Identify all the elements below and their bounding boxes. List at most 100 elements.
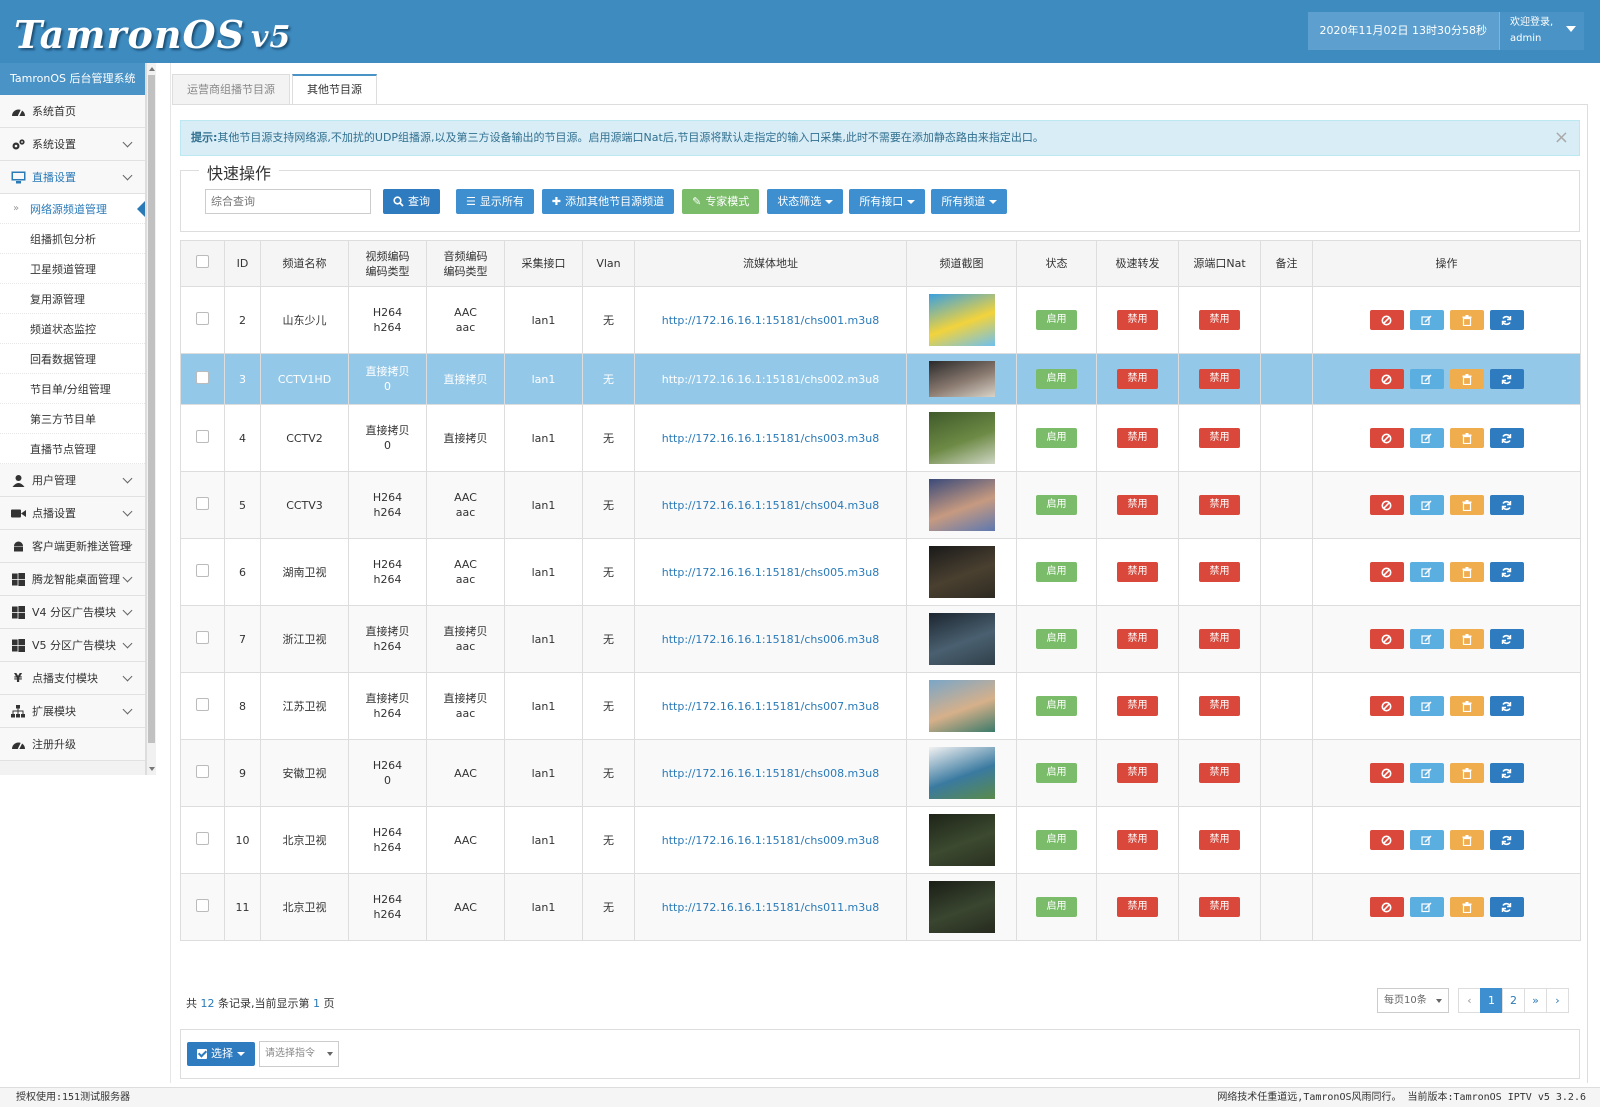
sidebar-item[interactable]: 扩展模块 [0, 695, 145, 728]
stream-url-link[interactable]: http://172.16.16.1:15181/chs009.m3u8 [662, 834, 880, 847]
refresh-button[interactable] [1489, 696, 1524, 716]
row-checkbox[interactable] [196, 697, 209, 711]
scroll-thumb[interactable] [148, 75, 155, 743]
fast-forward-toggle[interactable]: 禁用 [1117, 310, 1158, 330]
sidebar-subitem[interactable]: 频道状态监控 [0, 314, 145, 344]
disable-button[interactable] [1369, 495, 1404, 515]
select-dropdown-button[interactable]: 选择 [187, 1042, 255, 1066]
enable-status-button[interactable]: 启用 [1036, 763, 1077, 783]
table-row[interactable]: 9 安徽卫视 H264 0 AAC lan1 无 http://172.16.16.1:151… [180, 739, 1581, 807]
disable-button[interactable] [1369, 428, 1404, 448]
enable-status-button[interactable]: 启用 [1036, 696, 1077, 716]
edit-button[interactable] [1409, 495, 1444, 515]
sidebar-item[interactable]: 系统设置 [0, 128, 145, 161]
channel-screenshot[interactable] [928, 747, 995, 799]
refresh-button[interactable] [1489, 562, 1524, 582]
enable-status-button[interactable]: 启用 [1036, 562, 1077, 582]
stream-url-link[interactable]: http://172.16.16.1:15181/chs001.m3u8 [662, 314, 880, 327]
edit-button[interactable] [1409, 897, 1444, 917]
sidebar-subitem[interactable]: 卫星频道管理 [0, 254, 145, 284]
nat-toggle[interactable]: 禁用 [1199, 562, 1240, 582]
refresh-button[interactable] [1489, 897, 1524, 917]
channel-screenshot[interactable] [928, 412, 995, 464]
sidebar-subitem[interactable]: 第三方节目单 [0, 404, 145, 434]
table-row[interactable]: 3 CCTV1HD 直接拷贝 0 直接拷贝 lan1 无 http://172.16.16.1… [180, 353, 1581, 405]
disable-button[interactable] [1369, 629, 1404, 649]
table-row[interactable]: 10 北京卫视 H264 h264 AAC lan1 无 http://172.16.16.1… [180, 806, 1581, 874]
channel-screenshot[interactable] [928, 680, 995, 732]
delete-button[interactable] [1449, 897, 1484, 917]
sidebar-subitem[interactable]: 网络源频道管理 [0, 194, 145, 224]
fast-forward-toggle[interactable]: 禁用 [1117, 696, 1158, 716]
enable-status-button[interactable]: 启用 [1036, 629, 1077, 649]
delete-button[interactable] [1449, 629, 1484, 649]
row-checkbox[interactable] [196, 429, 209, 443]
stream-url-link[interactable]: http://172.16.16.1:15181/chs006.m3u8 [662, 633, 880, 646]
fast-forward-toggle[interactable]: 禁用 [1117, 763, 1158, 783]
scroll-down-icon[interactable] [149, 767, 155, 771]
nat-toggle[interactable]: 禁用 [1199, 495, 1240, 515]
port-filter-dropdown[interactable]: 所有接口 [849, 189, 926, 214]
sidebar-item[interactable]: 用户管理 [0, 464, 145, 497]
show-all-button[interactable]: ☰ 显示所有 [456, 189, 534, 214]
refresh-button[interactable] [1489, 310, 1524, 330]
channel-screenshot[interactable] [928, 294, 995, 346]
sidebar-item[interactable]: 点播设置 [0, 497, 145, 530]
channel-screenshot[interactable] [928, 361, 995, 397]
search-input[interactable] [205, 189, 371, 214]
table-row[interactable]: 7 浙江卫视 直接拷贝 h264 直接拷贝 aac lan1 无 http://172.16.1… [180, 605, 1581, 673]
tab-other-sources[interactable]: 其他节目源 [292, 74, 377, 105]
fast-forward-toggle[interactable]: 禁用 [1117, 369, 1158, 389]
edit-button[interactable] [1409, 428, 1444, 448]
sidebar-item[interactable]: 客户端更新推送管理 [0, 530, 145, 563]
row-checkbox[interactable] [196, 370, 209, 384]
channel-screenshot[interactable] [928, 881, 995, 933]
refresh-button[interactable] [1489, 763, 1524, 783]
refresh-button[interactable] [1489, 428, 1524, 448]
sidebar-item[interactable]: V5 分区广告模块 [0, 629, 145, 662]
channel-screenshot[interactable] [928, 479, 995, 531]
fast-forward-toggle[interactable]: 禁用 [1117, 897, 1158, 917]
close-icon[interactable]: × [1554, 121, 1569, 155]
nat-toggle[interactable]: 禁用 [1199, 897, 1240, 917]
nat-toggle[interactable]: 禁用 [1199, 830, 1240, 850]
sidebar-subitem[interactable]: 组播抓包分析 [0, 224, 145, 254]
fast-forward-toggle[interactable]: 禁用 [1117, 629, 1158, 649]
query-button[interactable]: 查询 [383, 189, 440, 214]
table-row[interactable]: 5 CCTV3 H264 h264 AAC aac lan1 无 http://172.16.1… [180, 471, 1581, 539]
refresh-button[interactable] [1489, 830, 1524, 850]
row-checkbox[interactable] [196, 311, 209, 325]
stream-url-link[interactable]: http://172.16.16.1:15181/chs003.m3u8 [662, 432, 880, 445]
sidebar-item[interactable]: V4 分区广告模块 [0, 596, 145, 629]
edit-button[interactable] [1409, 830, 1444, 850]
fast-forward-toggle[interactable]: 禁用 [1117, 428, 1158, 448]
delete-button[interactable] [1449, 696, 1484, 716]
sidebar-item[interactable]: 腾龙智能桌面管理 [0, 563, 145, 596]
nat-toggle[interactable]: 禁用 [1199, 428, 1240, 448]
delete-button[interactable] [1449, 562, 1484, 582]
sidebar-subitem[interactable]: 复用源管理 [0, 284, 145, 314]
edit-button[interactable] [1409, 369, 1444, 389]
enable-status-button[interactable]: 启用 [1036, 369, 1077, 389]
fast-forward-toggle[interactable]: 禁用 [1117, 562, 1158, 582]
fast-forward-toggle[interactable]: 禁用 [1117, 830, 1158, 850]
stream-url-link[interactable]: http://172.16.16.1:15181/chs004.m3u8 [662, 499, 880, 512]
refresh-button[interactable] [1489, 495, 1524, 515]
disable-button[interactable] [1369, 310, 1404, 330]
nat-toggle[interactable]: 禁用 [1199, 310, 1240, 330]
delete-button[interactable] [1449, 763, 1484, 783]
edit-button[interactable] [1409, 629, 1444, 649]
delete-button[interactable] [1449, 369, 1484, 389]
nat-toggle[interactable]: 禁用 [1199, 763, 1240, 783]
fast-forward-toggle[interactable]: 禁用 [1117, 495, 1158, 515]
stream-url-link[interactable]: http://172.16.16.1:15181/chs007.m3u8 [662, 700, 880, 713]
expert-mode-button[interactable]: ✎ 专家模式 [682, 189, 760, 214]
tab-operator-multicast[interactable]: 运营商组播节目源 [172, 74, 290, 105]
sidebar-item[interactable]: 系统首页 [0, 95, 145, 128]
nat-toggle[interactable]: 禁用 [1199, 696, 1240, 716]
table-row[interactable]: 11 北京卫视 H264 h264 AAC lan1 无 http://172.16.16.1… [180, 873, 1581, 941]
disable-button[interactable] [1369, 763, 1404, 783]
stream-url-link[interactable]: http://172.16.16.1:15181/chs011.m3u8 [662, 901, 880, 914]
edit-button[interactable] [1409, 763, 1444, 783]
stream-url-link[interactable]: http://172.16.16.1:15181/chs002.m3u8 [662, 373, 880, 386]
